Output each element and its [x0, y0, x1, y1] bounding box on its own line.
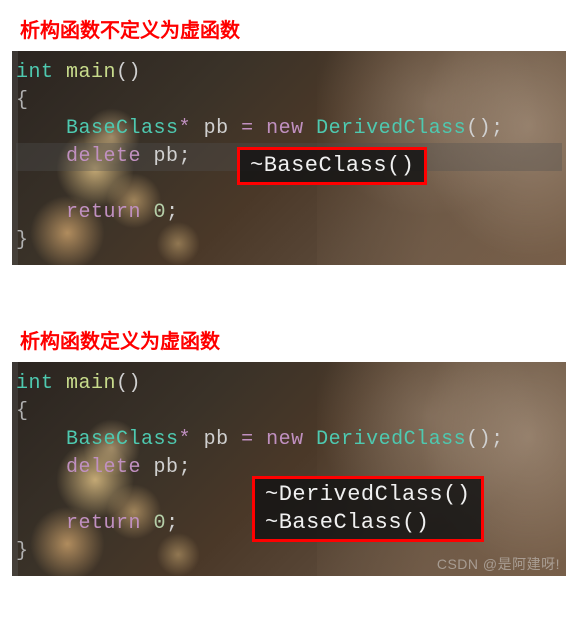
- output-box-2: ~DerivedClass() ~BaseClass(): [252, 476, 484, 542]
- code-line: return 0;: [16, 199, 562, 227]
- code-line: {: [16, 87, 562, 115]
- code-line: BaseClass* pb = new DerivedClass();: [16, 426, 562, 454]
- heading-not-virtual: 析构函数不定义为虚函数: [0, 4, 578, 51]
- output-line: ~DerivedClass(): [265, 481, 471, 509]
- heading-virtual: 析构函数定义为虚函数: [0, 315, 578, 362]
- code-content-2: int main() { BaseClass* pb = new Derived…: [12, 362, 566, 574]
- output-box-1: ~BaseClass(): [237, 147, 427, 185]
- code-block-1: int main() { BaseClass* pb = new Derived…: [12, 51, 566, 265]
- section-not-virtual: 析构函数不定义为虚函数 int main() { BaseClass* pb =…: [0, 4, 578, 265]
- code-block-2: int main() { BaseClass* pb = new Derived…: [12, 362, 566, 576]
- code-line: BaseClass* pb = new DerivedClass();: [16, 115, 562, 143]
- code-line: }: [16, 227, 562, 255]
- watermark: CSDN @是阿建呀!: [437, 554, 560, 574]
- output-line: ~BaseClass(): [250, 152, 414, 180]
- code-line: int main(): [16, 59, 562, 87]
- section-virtual: 析构函数定义为虚函数 int main() { BaseClass* pb = …: [0, 315, 578, 576]
- code-line: int main(): [16, 370, 562, 398]
- output-line: ~BaseClass(): [265, 509, 471, 537]
- code-line: {: [16, 398, 562, 426]
